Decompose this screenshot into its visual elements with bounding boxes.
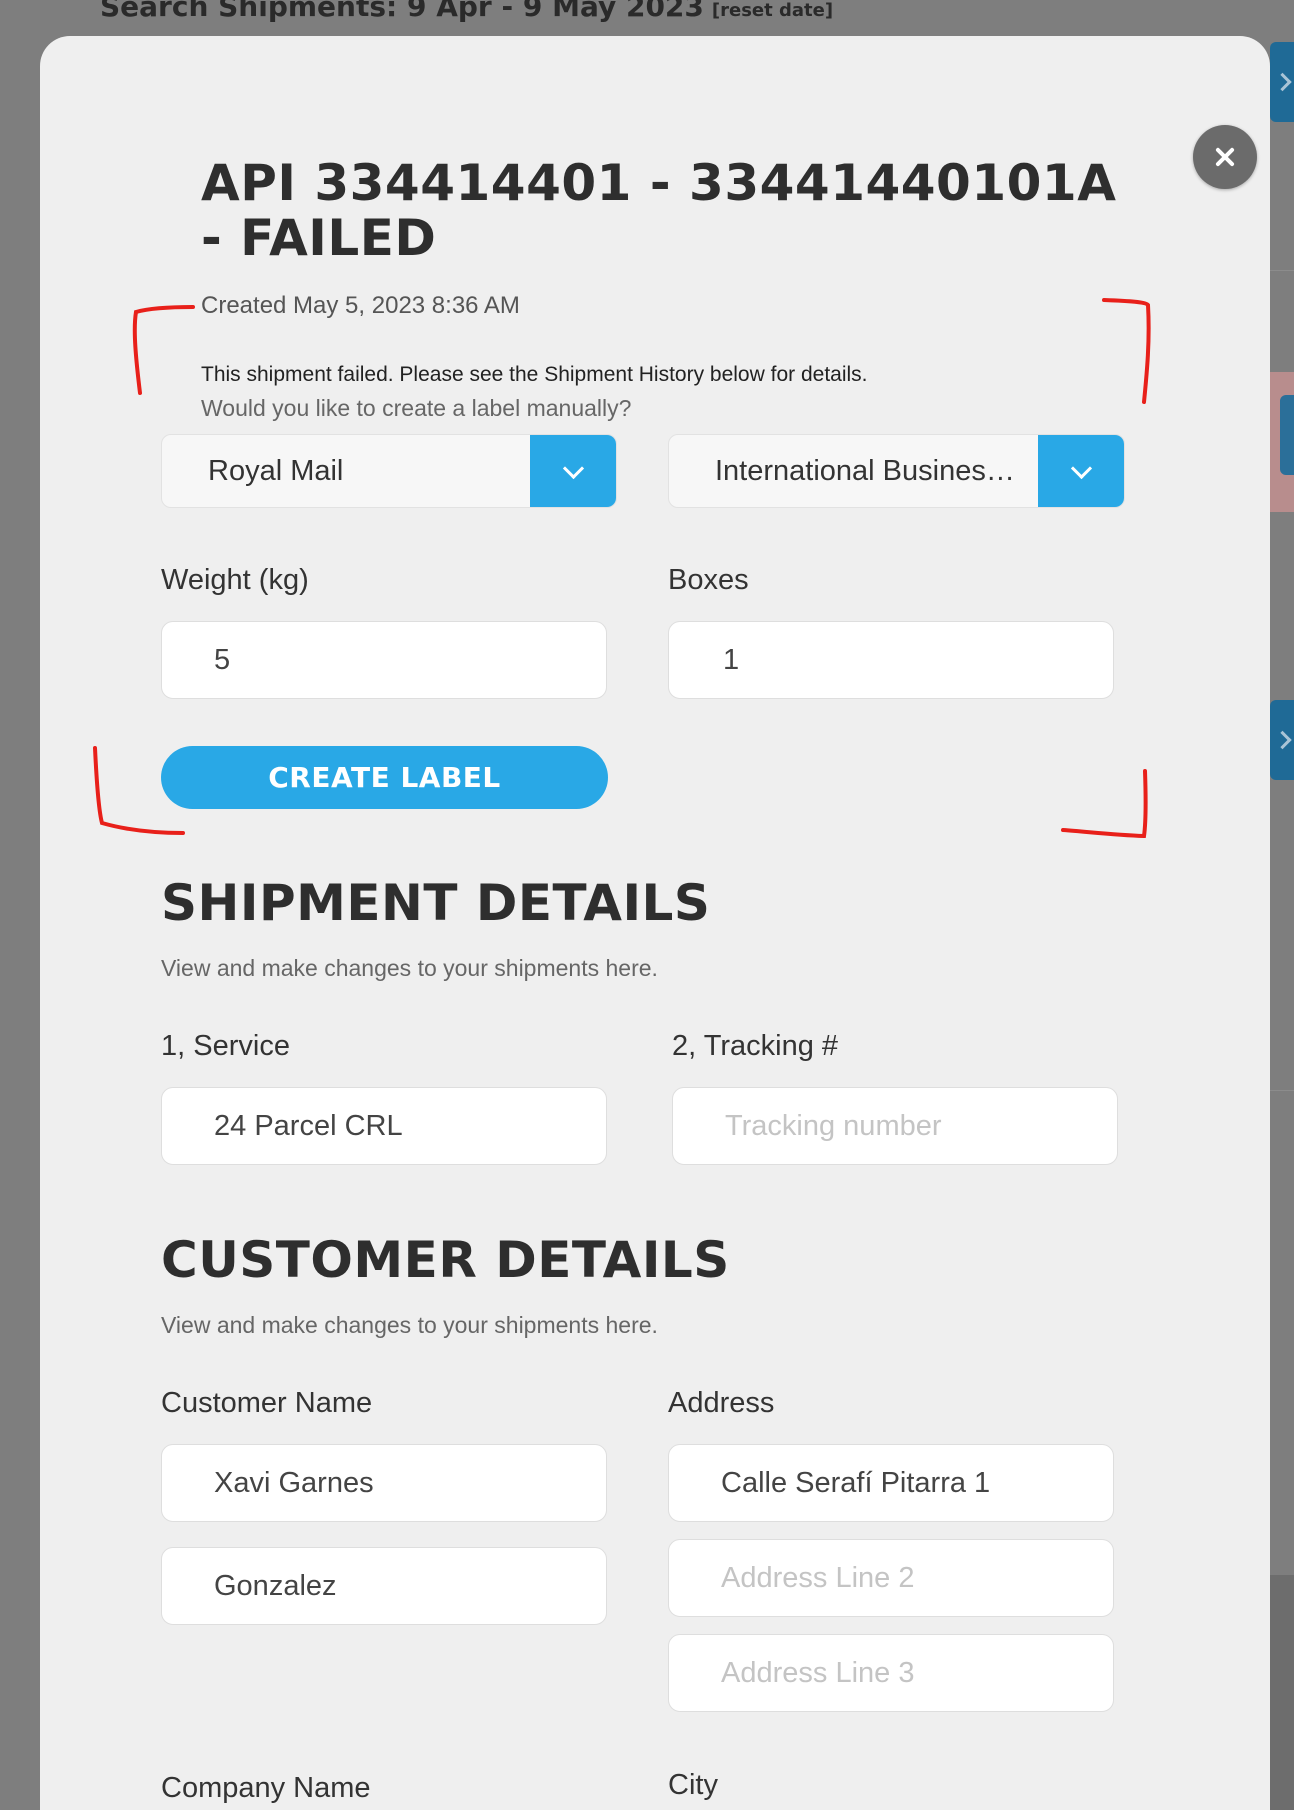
company-name-label: Company Name	[161, 1772, 371, 1804]
city-label: City	[668, 1769, 718, 1801]
service-dropdown-toggle[interactable]	[1038, 435, 1124, 507]
modal-title: API 334414401 - 33441440101A - FAILED	[201, 154, 1117, 267]
boxes-label: Boxes	[668, 564, 749, 596]
carrier-dropdown-toggle[interactable]	[530, 435, 616, 507]
shipment-details-title: SHIPMENT DETAILS	[161, 874, 711, 932]
side-tab-middle[interactable]	[1270, 700, 1294, 780]
created-timestamp: Created May 5, 2023 8:36 AM	[201, 292, 520, 319]
address-line3-input[interactable]: Address Line 3	[668, 1634, 1114, 1712]
tracking-label: 2, Tracking #	[672, 1030, 839, 1062]
divider	[1270, 1090, 1294, 1091]
chevron-right-icon	[1273, 72, 1292, 92]
chevron-down-icon	[562, 457, 585, 480]
shipment-modal: API 334414401 - 33441440101A - FAILED Cr…	[40, 36, 1270, 1810]
customer-details-title: CUSTOMER DETAILS	[161, 1231, 730, 1289]
address-line2-input[interactable]: Address Line 2	[668, 1539, 1114, 1617]
address-label: Address	[668, 1387, 775, 1419]
chevron-down-icon	[1070, 457, 1093, 480]
weight-input[interactable]: 5	[161, 621, 607, 699]
boxes-input[interactable]: 1	[668, 621, 1114, 699]
weight-label: Weight (kg)	[161, 564, 309, 596]
side-tab-top[interactable]	[1270, 42, 1294, 122]
background-row-marker	[1280, 395, 1294, 475]
create-label-button[interactable]: CREATE LABEL	[161, 746, 608, 809]
manual-label-question: Would you like to create a label manuall…	[201, 395, 632, 421]
carrier-select-value: Royal Mail	[208, 455, 344, 487]
tracking-number-input[interactable]: Tracking number	[672, 1087, 1118, 1165]
service-select-value: International Business...	[715, 455, 1015, 487]
customer-name-label: Customer Name	[161, 1387, 373, 1419]
service-input[interactable]: 24 Parcel CRL	[161, 1087, 607, 1165]
service-label: 1, Service	[161, 1030, 290, 1062]
address-line1-input[interactable]: Calle Serafí Pitarra 1	[668, 1444, 1114, 1522]
customer-first-name-input[interactable]: Xavi Garnes	[161, 1444, 607, 1522]
carrier-select[interactable]: Royal Mail	[161, 434, 617, 508]
reset-date-link[interactable]: [reset date]	[712, 0, 833, 21]
chevron-right-icon	[1273, 730, 1292, 750]
customer-details-subtitle: View and make changes to your shipments …	[161, 1312, 658, 1338]
background-page-title: Search Shipments: 9 Apr - 9 May 2023 [res…	[100, 0, 834, 23]
failure-message: This shipment failed. Please see the Shi…	[201, 363, 868, 386]
close-icon[interactable]	[1193, 125, 1257, 189]
shipment-details-subtitle: View and make changes to your shipments …	[161, 955, 658, 981]
divider	[1270, 270, 1294, 271]
customer-last-name-input[interactable]: Gonzalez	[161, 1547, 607, 1625]
service-select[interactable]: International Business...	[668, 434, 1125, 508]
